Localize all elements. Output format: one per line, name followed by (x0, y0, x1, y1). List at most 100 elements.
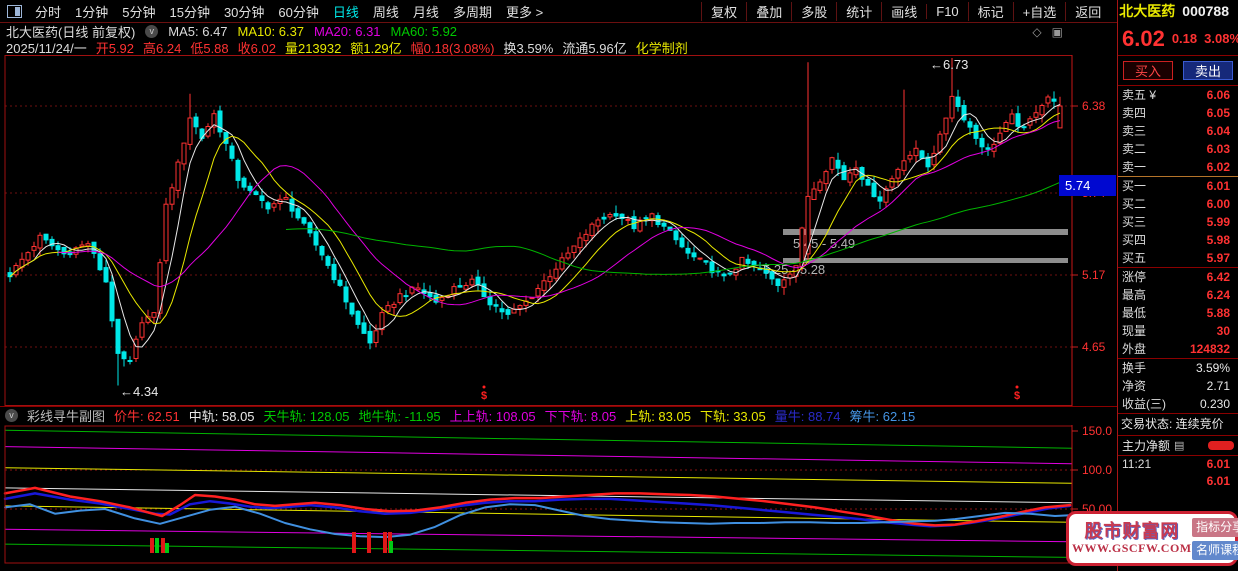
main-candlestick-chart[interactable]: 5.45 - 5.495.25 - 5.28←6.73←4.34$$6.385.… (0, 55, 1118, 406)
tab-monthly[interactable]: 月线 (406, 2, 446, 21)
btn-overlay[interactable]: 叠加 (746, 2, 791, 21)
watermark-brand-block: 股市财富网 WWW.GSCFW.COM (1072, 521, 1192, 555)
watermark-badges: 指标分享 名师课程 (1192, 518, 1238, 560)
ask-row-2[interactable]: 卖二6.03 (1118, 140, 1238, 158)
stock-code: 000788 (1182, 3, 1229, 19)
stats-block-2: 换手3.59% 净资2.71 收益(三)0.230 (1118, 359, 1238, 414)
stock-identity: 北大医药 000788 (1110, 1, 1238, 21)
svg-text:←4.34: ←4.34 (120, 384, 158, 399)
ask-row-3[interactable]: 卖三6.04 (1118, 122, 1238, 140)
buy-button[interactable]: 买入 (1123, 61, 1173, 80)
last-price: 6.02 (1122, 26, 1165, 52)
fund-bar (1208, 441, 1234, 450)
indicator-field: 价牛: 62.51 (114, 406, 180, 425)
tab-fenshi[interactable]: 分时 (28, 2, 68, 21)
watermark-brand: 股市财富网 (1072, 521, 1192, 542)
tab-more[interactable]: 更多 > (499, 2, 550, 21)
btn-back[interactable]: 返回 (1065, 2, 1110, 21)
main-fund-row[interactable]: 主力净额 ▤ (1118, 436, 1238, 456)
bid-row-4[interactable]: 买四5.98 (1118, 231, 1238, 249)
btn-draw-line[interactable]: 画线 (881, 2, 926, 21)
tab-30min[interactable]: 30分钟 (217, 2, 271, 21)
stat-outer-volume: 外盘124832 (1118, 340, 1238, 358)
trade-status: 交易状态: 连续竞价 (1118, 414, 1238, 436)
indicator-field: 下轨: 33.05 (700, 406, 766, 425)
stat-day-high: 最高6.24 (1118, 286, 1238, 304)
window-icon[interactable] (7, 5, 22, 18)
tick-list: 11:216.01 6.01 (1118, 456, 1238, 490)
bid-row-5[interactable]: 买五5.97 (1118, 249, 1238, 267)
watermark-card: 股市财富网 WWW.GSCFW.COM 指标分享 名师课程 (1066, 511, 1238, 566)
ask-row-1[interactable]: 卖一6.02 (1118, 158, 1238, 176)
ask-row-5[interactable]: 卖五 ¥6.06 (1118, 86, 1238, 104)
trade-buttons: 买入 卖出 (1118, 56, 1238, 86)
indicator-panel[interactable]: 150.0100.050.00 (0, 425, 1118, 565)
svg-text:$: $ (1014, 390, 1020, 402)
indicator-field: 筹牛: 62.15 (850, 406, 916, 425)
ma20-label: MA20: 6.31 (314, 24, 381, 39)
quote-sidebar: 6.02 0.18 3.08% 买入 卖出 卖五 ¥6.06 卖四6.05 卖三… (1118, 22, 1238, 571)
chevron-down-icon[interactable]: v (145, 25, 158, 38)
btn-multi-stock[interactable]: 多股 (791, 2, 836, 21)
quote-row: 6.02 0.18 3.08% (1118, 22, 1238, 56)
bid-row-2[interactable]: 买二6.00 (1118, 195, 1238, 213)
stats-block-1: 涨停6.42 最高6.24 最低5.88 现量30 外盘124832 (1118, 268, 1238, 359)
indicator-field: 上上轨: 108.05 (450, 406, 536, 425)
stat-day-low: 最低5.88 (1118, 304, 1238, 322)
ma10-label: MA10: 6.37 (238, 24, 305, 39)
badge-indicator-share[interactable]: 指标分享 (1192, 518, 1238, 537)
top-toolbar: 分时 1分钟 5分钟 15分钟 30分钟 60分钟 日线 周线 月线 多周期 更… (0, 0, 1238, 22)
split-window-icon[interactable]: ▣ (1052, 25, 1063, 39)
btn-stats[interactable]: 统计 (836, 2, 881, 21)
btn-add-watchlist[interactable]: +自选 (1013, 2, 1066, 21)
tab-daily[interactable]: 日线 (326, 2, 366, 21)
tab-15min[interactable]: 15分钟 (162, 2, 216, 21)
btn-mark[interactable]: 标记 (968, 2, 1013, 21)
stat-eps: 收益(三)0.230 (1118, 395, 1238, 413)
stock-name: 北大医药 (1119, 1, 1175, 21)
tab-1min[interactable]: 1分钟 (68, 2, 115, 21)
svg-text:6.38: 6.38 (1082, 99, 1106, 113)
ask-row-4[interactable]: 卖四6.05 (1118, 104, 1238, 122)
price-change: 0.18 (1172, 31, 1197, 46)
chevron-down-icon[interactable]: v (5, 409, 18, 422)
btn-fuquan[interactable]: 复权 (701, 2, 746, 21)
bid-queue: 买一6.01 买二6.00 买三5.99 买四5.98 买五5.97 (1118, 177, 1238, 268)
indicator-name[interactable]: 彩线寻牛副图 (27, 406, 105, 425)
watermark-url[interactable]: WWW.GSCFW.COM (1072, 542, 1192, 556)
bid-row-3[interactable]: 买三5.99 (1118, 213, 1238, 231)
svg-text:←6.73: ←6.73 (930, 57, 968, 72)
svg-text:$: $ (481, 390, 487, 402)
sell-button[interactable]: 卖出 (1183, 61, 1233, 80)
svg-text:4.65: 4.65 (1082, 340, 1106, 354)
ohlc-info-bar: 2025/11/24/一 开5.92 高6.24 低5.88 收6.02 量21… (0, 40, 1118, 55)
price-change-pct: 3.08% (1204, 31, 1238, 46)
indicator-field: 地牛轨: -11.95 (359, 406, 441, 425)
tab-weekly[interactable]: 周线 (366, 2, 406, 21)
ask-queue: 卖五 ¥6.06 卖四6.05 卖三6.04 卖二6.03 卖一6.02 (1118, 86, 1238, 177)
list-icon: ▤ (1174, 439, 1184, 452)
indicator-field: 下下轨: 8.05 (545, 406, 617, 425)
toolbar-right-group: 复权 叠加 多股 统计 画线 F10 标记 +自选 返回 (701, 0, 1110, 22)
stat-cur-volume: 现量30 (1118, 322, 1238, 340)
tdx-window: 分时 1分钟 5分钟 15分钟 30分钟 60分钟 日线 周线 月线 多周期 更… (0, 0, 1238, 571)
tick-row: 11:216.01 (1118, 456, 1238, 473)
ma60-label: MA60: 5.92 (391, 24, 458, 39)
indicator-field: 天牛轨: 128.05 (264, 406, 350, 425)
tab-5min[interactable]: 5分钟 (115, 2, 162, 21)
stat-limit-up: 涨停6.42 (1118, 268, 1238, 286)
tab-60min[interactable]: 60分钟 (271, 2, 325, 21)
stat-turnover: 换手3.59% (1118, 359, 1238, 377)
bid-row-1[interactable]: 买一6.01 (1118, 177, 1238, 195)
tick-row: 6.01 (1118, 473, 1238, 490)
indicator-field: 量牛: 88.74 (775, 406, 841, 425)
toolbar-separator (0, 22, 1118, 23)
badge-teacher-course[interactable]: 名师课程 (1192, 541, 1238, 560)
tab-multi-period[interactable]: 多周期 (446, 2, 499, 21)
btn-f10[interactable]: F10 (926, 4, 967, 19)
svg-text:150.0: 150.0 (1082, 425, 1112, 438)
indicator-field: 中轨: 58.05 (189, 406, 255, 425)
header-icons: ◇ ▣ (1032, 25, 1118, 39)
diamond-icon[interactable]: ◇ (1032, 25, 1041, 39)
price-axis-marker: 5.74 (1059, 175, 1116, 196)
